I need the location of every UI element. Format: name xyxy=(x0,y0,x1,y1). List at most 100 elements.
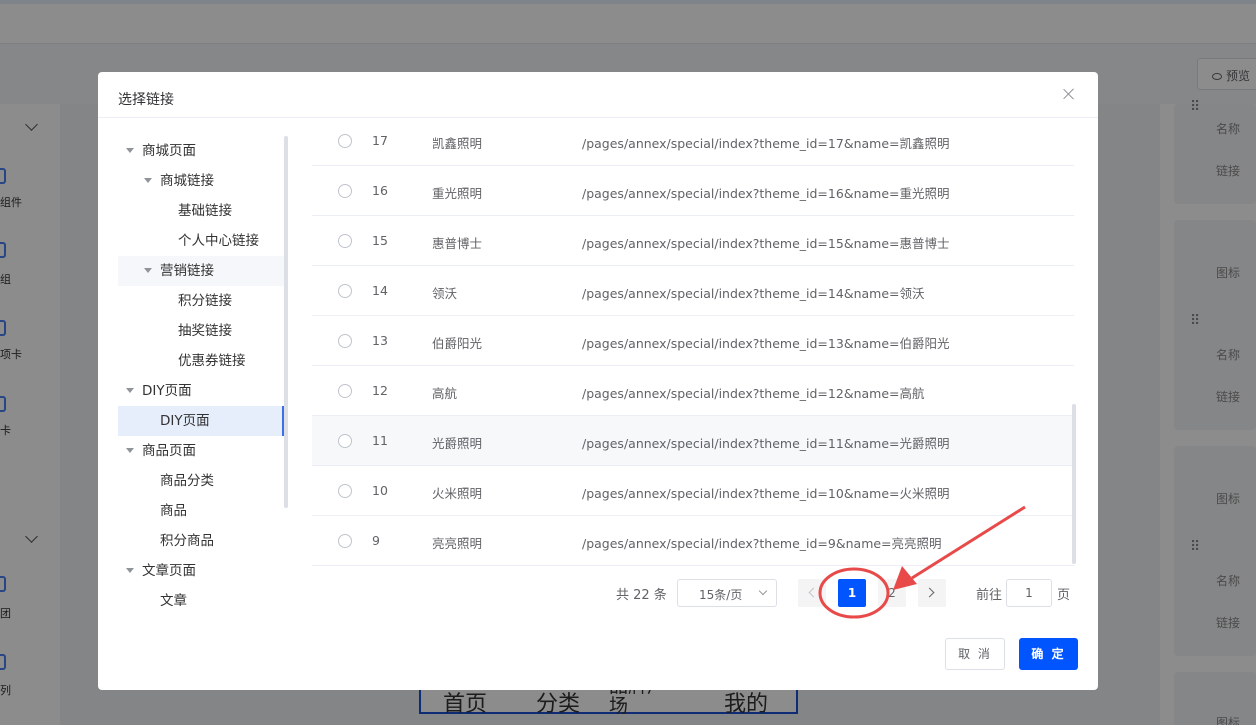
close-icon[interactable] xyxy=(1061,86,1077,102)
tree-node-user-center-links[interactable]: 个人中心链接 xyxy=(118,226,284,256)
row-link: /pages/annex/special/index?theme_id=17&n… xyxy=(582,136,950,151)
row-id: 17 xyxy=(372,133,388,148)
row-radio[interactable] xyxy=(338,534,352,548)
row-link: /pages/annex/special/index?theme_id=14&n… xyxy=(582,286,925,301)
tree-node-label: 文章页面 xyxy=(142,563,196,579)
row-radio[interactable] xyxy=(338,134,352,148)
caret-down-icon[interactable] xyxy=(144,178,152,183)
row-radio[interactable] xyxy=(338,184,352,198)
page-size-select[interactable]: 15条/页 xyxy=(677,579,777,607)
tree-node-label: 商品 xyxy=(160,503,187,519)
tree-node-label: 抽奖链接 xyxy=(178,323,232,339)
tree-node-points-links[interactable]: 积分链接 xyxy=(118,286,284,316)
caret-down-icon[interactable] xyxy=(144,268,152,273)
link-table: 17 凯鑫照明 /pages/annex/special/index?theme… xyxy=(312,116,1074,566)
tree-node-coupon-links[interactable]: 优惠券链接 xyxy=(118,346,284,376)
tree-node-basic-links[interactable]: 基础链接 xyxy=(118,196,284,226)
row-name: 惠普博士 xyxy=(432,236,483,251)
chevron-right-icon xyxy=(924,587,935,598)
row-link: /pages/annex/special/index?theme_id=12&n… xyxy=(582,386,925,401)
table-row[interactable]: 11 光爵照明 /pages/annex/special/index?theme… xyxy=(312,416,1074,466)
caret-down-icon[interactable] xyxy=(126,148,134,153)
row-link: /pages/annex/special/index?theme_id=11&n… xyxy=(582,436,950,451)
table-row[interactable]: 12 高航 /pages/annex/special/index?theme_i… xyxy=(312,366,1074,416)
tree-node-products[interactable]: 商品 xyxy=(118,496,284,526)
row-radio[interactable] xyxy=(338,334,352,348)
row-link: /pages/annex/special/index?theme_id=15&n… xyxy=(582,236,950,251)
tree-node-label: 优惠券链接 xyxy=(178,353,246,369)
tree-node-diy-page[interactable]: DIY页面 xyxy=(118,406,284,436)
tree-node-label: 文章 xyxy=(160,593,187,608)
row-id: 11 xyxy=(372,433,388,448)
select-link-dialog: 选择链接 商城页面 商城链接 基础链接 个人中心链接 营销链接 积分链接 抽奖链… xyxy=(98,72,1098,690)
table-row[interactable]: 17 凯鑫照明 /pages/annex/special/index?theme… xyxy=(312,116,1074,166)
row-link: /pages/annex/special/index?theme_id=13&n… xyxy=(582,336,950,351)
tree-node-label: 积分商品 xyxy=(160,533,214,549)
row-link: /pages/annex/special/index?theme_id=10&n… xyxy=(582,486,950,501)
page-size-value: 15条/页 xyxy=(699,588,743,602)
tree-node-label: 积分链接 xyxy=(178,293,232,309)
cancel-button[interactable]: 取 消 xyxy=(945,638,1005,670)
confirm-button[interactable]: 确 定 xyxy=(1019,638,1078,670)
row-name: 高航 xyxy=(432,386,458,401)
row-name: 领沃 xyxy=(432,286,458,301)
next-page-button[interactable] xyxy=(918,579,946,607)
caret-down-icon[interactable] xyxy=(126,568,134,573)
row-radio[interactable] xyxy=(338,234,352,248)
tree-node-article-pages[interactable]: 文章页面 xyxy=(118,556,284,586)
tree-node-product-categories[interactable]: 商品分类 xyxy=(118,466,284,496)
jump-page-input[interactable] xyxy=(1006,579,1052,607)
row-radio[interactable] xyxy=(338,434,352,448)
tree-node-label: 商城链接 xyxy=(160,173,214,189)
row-id: 16 xyxy=(372,183,388,198)
row-id: 9 xyxy=(372,533,380,548)
tree-node-mall-pages[interactable]: 商城页面 xyxy=(118,136,284,166)
tree-node-label: DIY页面 xyxy=(160,413,210,429)
table-row[interactable]: 16 重光照明 /pages/annex/special/index?theme… xyxy=(312,166,1074,216)
table-row[interactable]: 10 火米照明 /pages/annex/special/index?theme… xyxy=(312,466,1074,516)
tree-node-product-pages[interactable]: 商品页面 xyxy=(118,436,284,466)
table-row[interactable]: 9 亮亮照明 /pages/annex/special/index?theme_… xyxy=(312,516,1074,566)
tree-node-articles[interactable]: 文章 xyxy=(118,586,284,608)
tree-node-points-products[interactable]: 积分商品 xyxy=(118,526,284,556)
row-name: 亮亮照明 xyxy=(432,536,483,551)
row-name: 重光照明 xyxy=(432,186,483,201)
row-radio[interactable] xyxy=(338,284,352,298)
table-row[interactable]: 15 惠普博士 /pages/annex/special/index?theme… xyxy=(312,216,1074,266)
tree-node-label: 商品分类 xyxy=(160,473,214,489)
tree-node-label: 商品页面 xyxy=(142,443,196,459)
row-name: 火米照明 xyxy=(432,486,483,501)
prev-page-button[interactable] xyxy=(798,579,826,607)
row-id: 14 xyxy=(372,283,388,298)
page-button-1[interactable]: 1 xyxy=(838,579,866,607)
row-id: 15 xyxy=(372,233,388,248)
row-name: 光爵照明 xyxy=(432,436,483,451)
tree-scrollbar[interactable] xyxy=(284,136,288,508)
row-id: 13 xyxy=(372,333,388,348)
row-id: 10 xyxy=(372,483,388,498)
table-row[interactable]: 13 伯爵阳光 /pages/annex/special/index?theme… xyxy=(312,316,1074,366)
tree-node-lottery-links[interactable]: 抽奖链接 xyxy=(118,316,284,346)
row-radio[interactable] xyxy=(338,484,352,498)
row-name: 凯鑫照明 xyxy=(432,136,483,151)
pagination-total: 共 22 条 xyxy=(616,588,667,603)
tree-node-diy-pages[interactable]: DIY页面 xyxy=(118,376,284,406)
row-radio[interactable] xyxy=(338,384,352,398)
tree-node-mall-links[interactable]: 商城链接 xyxy=(118,166,284,196)
tree-node-label: 个人中心链接 xyxy=(178,233,259,249)
caret-down-icon[interactable] xyxy=(126,448,134,453)
row-link: /pages/annex/special/index?theme_id=16&n… xyxy=(582,186,950,201)
caret-down-icon[interactable] xyxy=(126,388,134,393)
row-id: 12 xyxy=(372,383,388,398)
link-category-tree: 商城页面 商城链接 基础链接 个人中心链接 营销链接 积分链接 抽奖链接 优惠券… xyxy=(118,136,284,608)
chevron-left-icon xyxy=(808,587,819,598)
chevron-down-icon xyxy=(758,586,768,596)
page-button-2[interactable]: 2 xyxy=(878,579,906,607)
tree-node-label: DIY页面 xyxy=(142,383,192,399)
jump-prefix: 前往 xyxy=(976,588,1003,603)
tree-node-marketing-links[interactable]: 营销链接 xyxy=(118,256,284,286)
dialog-title: 选择链接 xyxy=(118,92,174,108)
table-scrollbar[interactable] xyxy=(1072,404,1076,564)
table-row[interactable]: 14 领沃 /pages/annex/special/index?theme_i… xyxy=(312,266,1074,316)
row-name: 伯爵阳光 xyxy=(432,336,483,351)
